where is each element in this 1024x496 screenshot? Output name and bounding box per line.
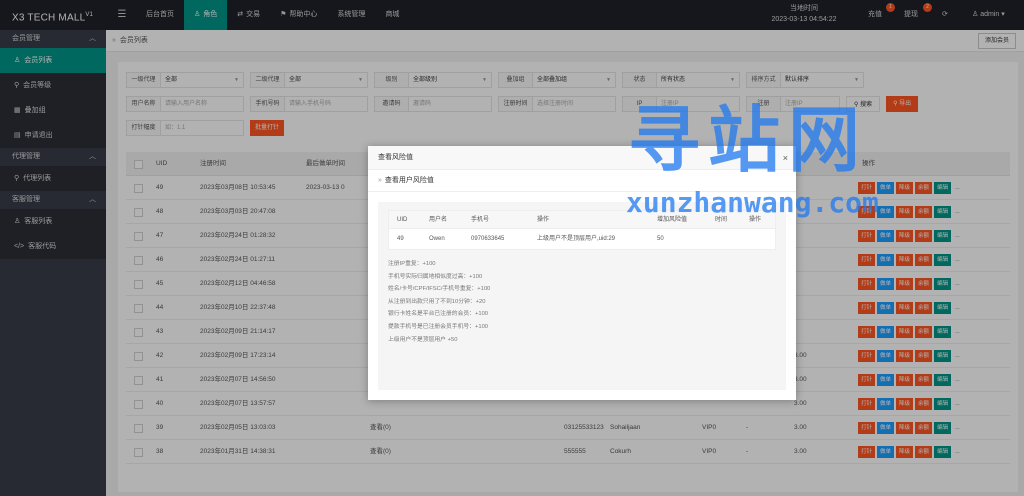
risk-table-row: 49 Owen 0970633645 上级用户不是顶层用户,uid:29 50 xyxy=(397,236,664,242)
risk-rule: 上级用户不是顶层用户 +50 xyxy=(388,336,458,343)
modal-title: 查看风险值 xyxy=(378,154,413,161)
risk-rules: 注册IP重复：+100 手机号实际归属地相似度过高：+100 姓名/卡号/CPF… xyxy=(388,258,776,346)
risk-rule: 从注册到出款只用了不到10分钟：+20 xyxy=(388,298,486,305)
watermark-text: 寻站网 xyxy=(628,98,869,182)
risk-rule: 提款手机号是已注册会员手机号：+100 xyxy=(388,323,489,330)
risk-rule: 银行卡姓名是平台已注册的会员：+100 xyxy=(388,311,489,318)
risk-modal: 查看风险值 × » 查看用户风险值 UID 用户名 手机号 操作 增加风险值 时间… xyxy=(368,146,796,400)
risk-panel: UID 用户名 手机号 操作 增加风险值 时间 操作 49 Owen 09706… xyxy=(388,210,776,346)
risk-rule: 注册IP重复：+100 xyxy=(388,261,436,267)
double-chevron-icon: » xyxy=(378,177,382,184)
watermark-url: xunzhanwang.com xyxy=(626,186,879,219)
risk-rule: 姓名/卡号/CPF/IFSC/手机号重复：+100 xyxy=(388,286,491,293)
risk-rule: 手机号实际归属地相似度过高：+100 xyxy=(388,273,483,280)
modal-body: UID 用户名 手机号 操作 增加风险值 时间 操作 49 Owen 09706… xyxy=(378,202,786,390)
